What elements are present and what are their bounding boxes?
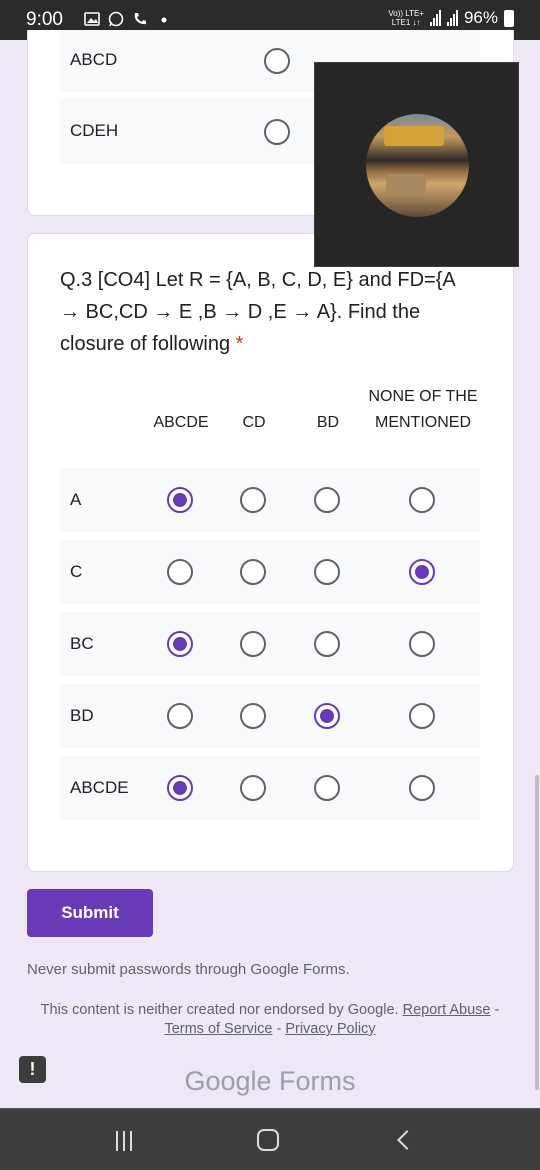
video-call-overlay[interactable] [314,62,519,267]
option-radio[interactable] [264,119,290,145]
battery-icon [504,9,514,27]
google-forms-logo: Google Forms [184,1066,356,1096]
grid-radio[interactable] [314,631,340,657]
column-header: ABCDE [153,414,209,431]
grid-radio[interactable] [240,631,266,657]
signal-2-icon [446,10,458,26]
grid-radio[interactable] [240,559,266,585]
back-icon[interactable] [397,1130,417,1150]
battery-percent: 96% [463,8,498,27]
grid-row: ABCDE [60,756,480,820]
grid-radio[interactable] [409,775,435,801]
grid-radio[interactable] [167,703,193,729]
grid-radio[interactable] [314,775,340,801]
whatsapp-icon [108,11,124,27]
grid-radio[interactable] [240,703,266,729]
grid-radio[interactable] [409,559,435,585]
submit-button[interactable]: Submit [27,889,153,937]
grid-radio[interactable] [314,559,340,585]
disclaimer: This content is neither created nor endo… [40,1002,500,1037]
video-thumbnail[interactable] [366,114,469,217]
gallery-icon [84,12,100,26]
grid-radio[interactable] [240,775,266,801]
row-label: ABCDE [70,778,129,797]
grid-radio[interactable] [167,631,193,657]
recent-apps-icon[interactable] [116,1131,138,1151]
grid-radio[interactable] [314,487,340,513]
required-marker: * [235,333,244,355]
password-warning: Never submit passwords through Google Fo… [27,961,350,978]
grid-radio[interactable] [409,487,435,513]
grid-radio[interactable] [409,631,435,657]
notification-dot-icon [161,17,167,23]
grid-radio[interactable] [167,487,193,513]
grid-row: BD [60,684,480,748]
navigation-bar [0,1108,540,1170]
grid-radio[interactable] [314,703,340,729]
row-label: C [70,562,83,581]
network-type: Vo)) LTE+ LTE1 ↓↑ [388,9,424,27]
row-label: BC [70,634,94,653]
question-title: Q.3 [CO4] Let R = {A, B, C, D, E} and FD… [60,269,455,355]
grid-radio[interactable] [240,487,266,513]
option-label: ABCD [70,50,118,69]
option-radio[interactable] [264,48,290,74]
privacy-policy-link[interactable]: Privacy Policy [285,1021,375,1037]
grid-row: BC [60,612,480,676]
grid-radio[interactable] [409,703,435,729]
column-header: CD [242,414,266,431]
column-header: BD [316,414,340,431]
grid-radio[interactable] [167,559,193,585]
home-icon[interactable] [257,1129,279,1151]
row-label: A [70,490,82,509]
grid-row: C [60,540,480,604]
column-header: NONE OF THE MENTIONED [368,388,478,431]
option-label: CDEH [70,121,119,140]
row-label: BD [70,706,94,725]
phone-icon [134,13,146,25]
scrollbar[interactable] [535,775,539,1090]
grid-radio[interactable] [167,775,193,801]
terms-of-service-link[interactable]: Terms of Service [164,1021,272,1037]
status-time: 9:00 [26,9,63,30]
signal-icon [429,10,441,26]
report-abuse-link[interactable]: Report Abuse [403,1002,491,1018]
grid-row: A [60,468,480,532]
